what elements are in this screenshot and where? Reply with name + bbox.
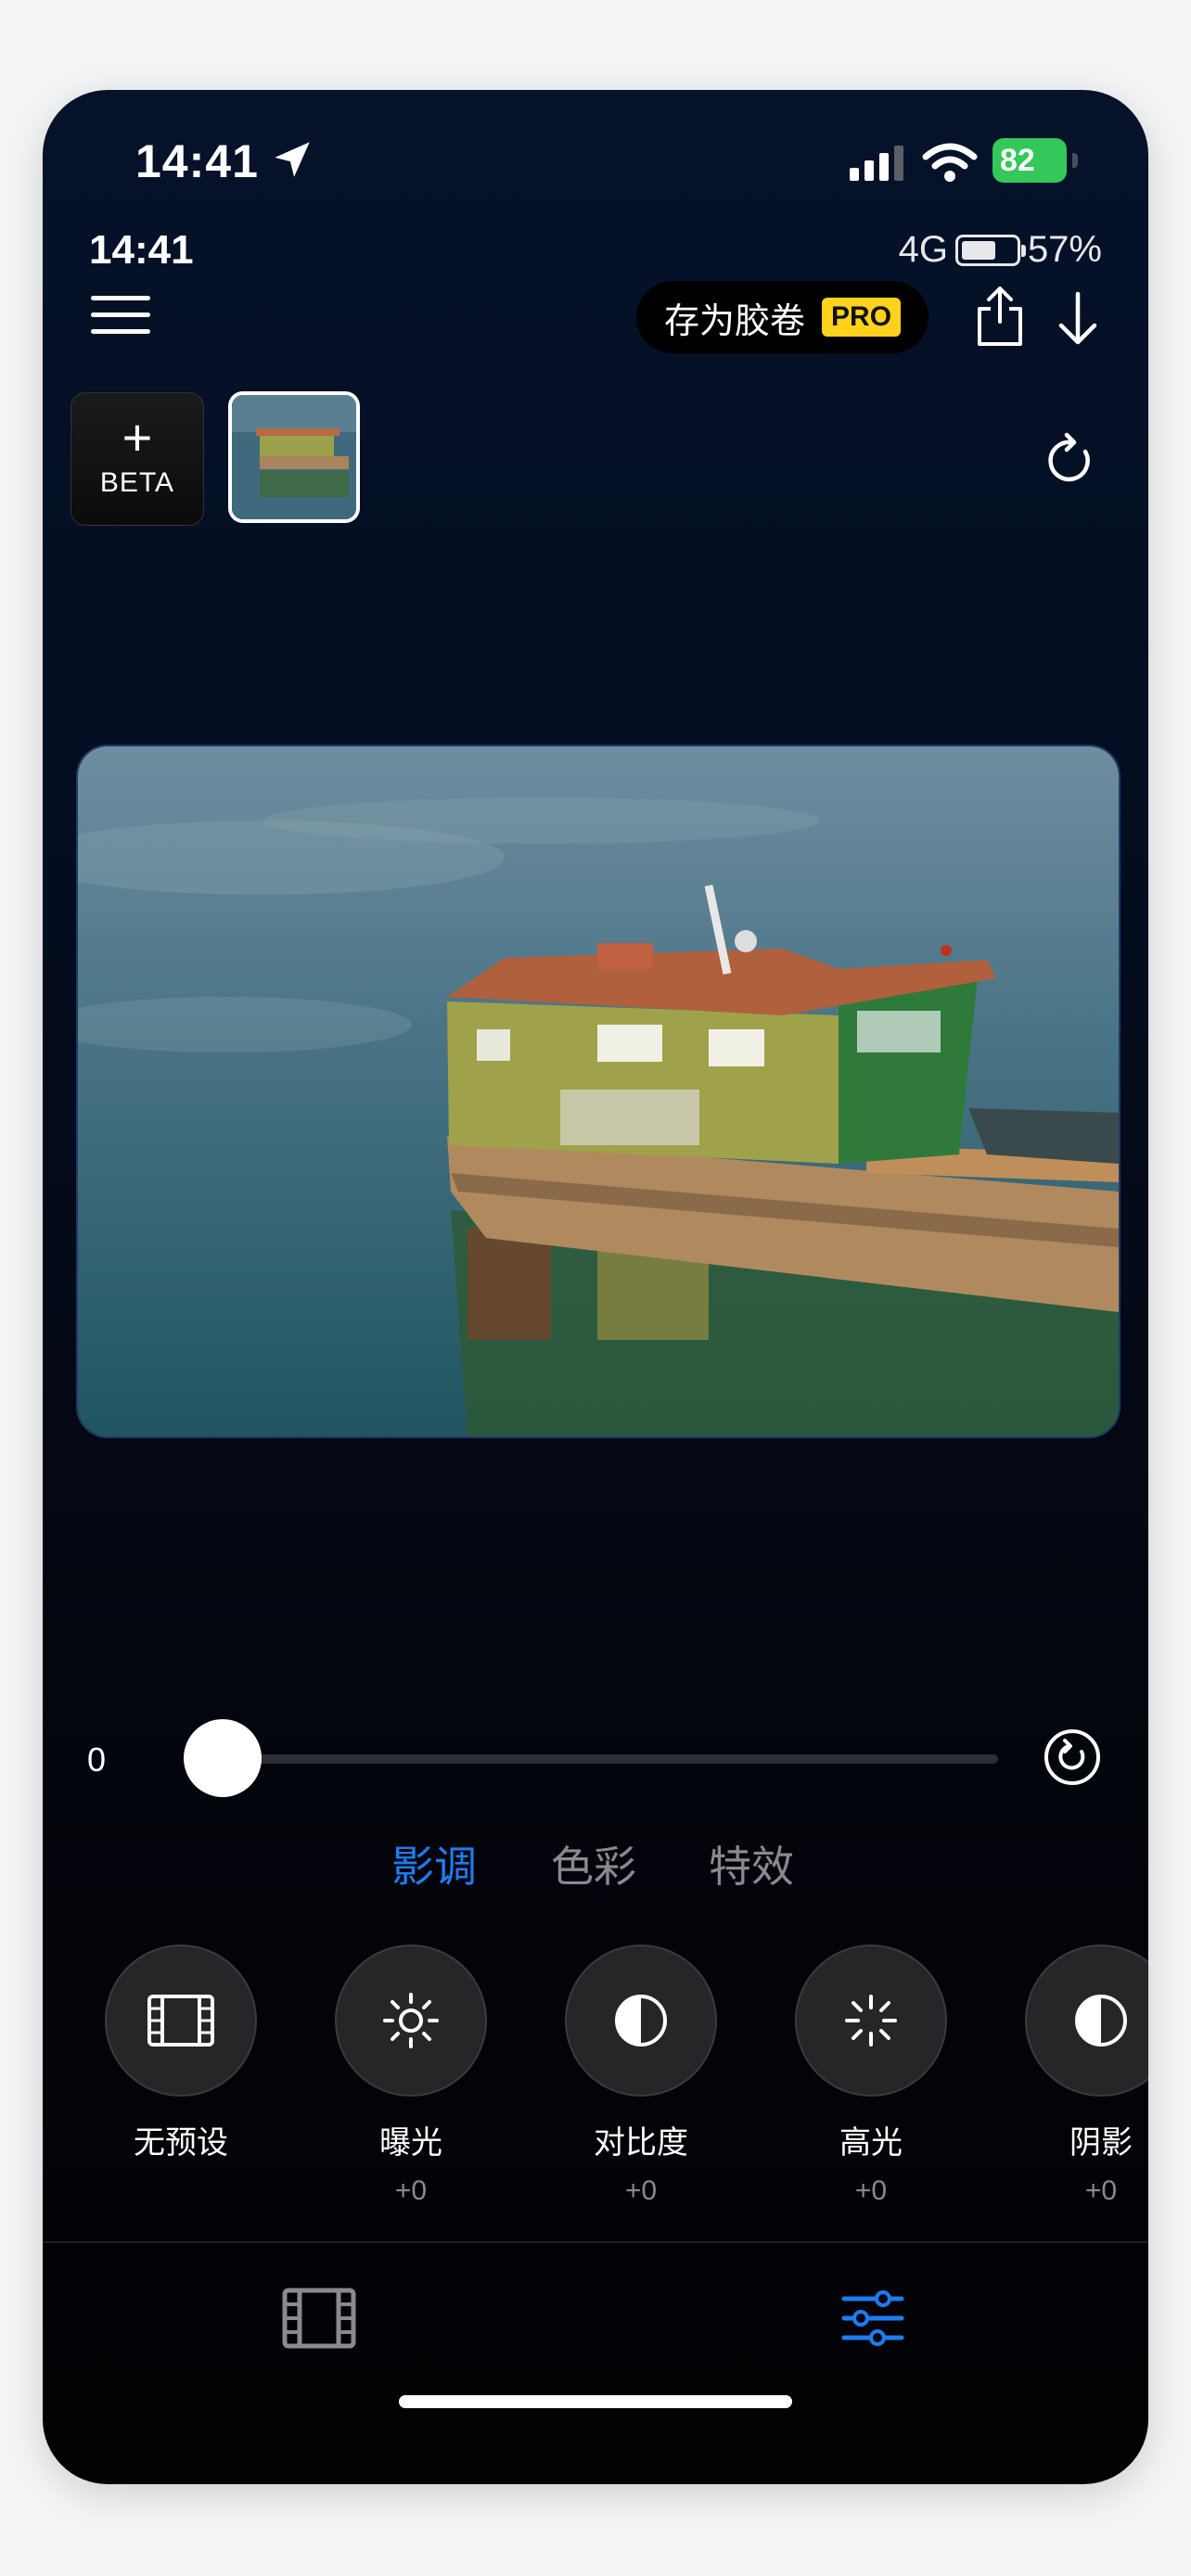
film-icon: [147, 1995, 214, 2047]
cellular-signal-icon: [850, 146, 903, 181]
tool-value: +0: [854, 2175, 888, 2206]
phone-screen: 14:41 82 14:41 4G 57% 存为胶卷 PRO + BETA 0 …: [43, 90, 1148, 2484]
share-icon[interactable]: [974, 285, 1026, 348]
tool-preset[interactable]: 无预设: [102, 1945, 260, 2175]
plus-icon: +: [122, 408, 153, 466]
shadow-icon: [1075, 1995, 1127, 2047]
menu-button[interactable]: [91, 296, 150, 338]
slider-handle[interactable]: [184, 1719, 262, 1797]
tab-tone[interactable]: 影调: [391, 1833, 477, 1894]
save-to-roll-button[interactable]: 存为胶卷 PRO: [636, 281, 929, 353]
tool-exposure[interactable]: 曝光 +0: [332, 1945, 490, 2207]
network-label: 4G: [898, 229, 948, 270]
status-bar: 14:41 82: [43, 90, 1148, 238]
boat-photo: [78, 746, 1119, 1436]
slider-value: 0: [87, 1741, 107, 1779]
tab-color[interactable]: 色彩: [551, 1833, 636, 1894]
add-photo-button[interactable]: + BETA: [70, 392, 204, 526]
battery-level: 82: [992, 138, 1067, 183]
tool-value: +0: [394, 2175, 428, 2206]
adjust-tabs: 影调 色彩 特效: [43, 1833, 1148, 1898]
tool-name: 曝光: [379, 2125, 442, 2161]
home-indicator[interactable]: [399, 2395, 792, 2408]
sun-icon: [383, 1993, 439, 2048]
photo-thumbnail[interactable]: [228, 391, 360, 523]
beta-label: BETA: [99, 467, 175, 498]
download-icon[interactable]: [1056, 288, 1100, 348]
highlight-icon: [845, 1995, 897, 2047]
photo-preview[interactable]: [76, 745, 1121, 1438]
save-label: 存为胶卷: [664, 301, 806, 341]
refresh-icon[interactable]: [1044, 431, 1098, 489]
battery-icon: [954, 234, 1026, 266]
tool-value: +0: [624, 2175, 658, 2206]
pro-badge: PRO: [822, 298, 902, 337]
nav-film-icon[interactable]: [282, 2288, 356, 2349]
divider: [43, 2241, 1148, 2243]
tool-shadows[interactable]: 阴影 +0: [1022, 1945, 1148, 2207]
wifi-icon: [922, 143, 978, 182]
reset-icon[interactable]: [1043, 1728, 1102, 1787]
app-status: 4G 57%: [899, 229, 1102, 271]
tool-contrast[interactable]: 对比度 +0: [562, 1945, 720, 2207]
tool-name: 高光: [839, 2125, 903, 2161]
location-arrow-icon: [275, 142, 310, 177]
nav-adjust-icon[interactable]: [840, 2289, 905, 2347]
tool-highlights[interactable]: 高光 +0: [792, 1945, 950, 2207]
thumbnail-image: [232, 395, 356, 519]
battery-indicator: 82: [992, 138, 1078, 183]
tool-strip: 无预设 曝光 +0 对比度 +0 高光 +0 阴影 +0: [43, 1945, 1148, 2297]
contrast-icon: [615, 1995, 667, 2047]
tool-name: 对比度: [594, 2125, 688, 2161]
status-time: 14:41: [135, 135, 259, 187]
battery-percent: 57%: [1027, 229, 1102, 270]
tool-value: +0: [1084, 2175, 1118, 2206]
tool-name: 无预设: [134, 2125, 228, 2161]
tool-name: 阴影: [1069, 2125, 1133, 2161]
app-time: 14:41: [89, 227, 194, 273]
adjust-slider-track[interactable]: [210, 1754, 998, 1764]
tab-effects[interactable]: 特效: [709, 1833, 794, 1894]
